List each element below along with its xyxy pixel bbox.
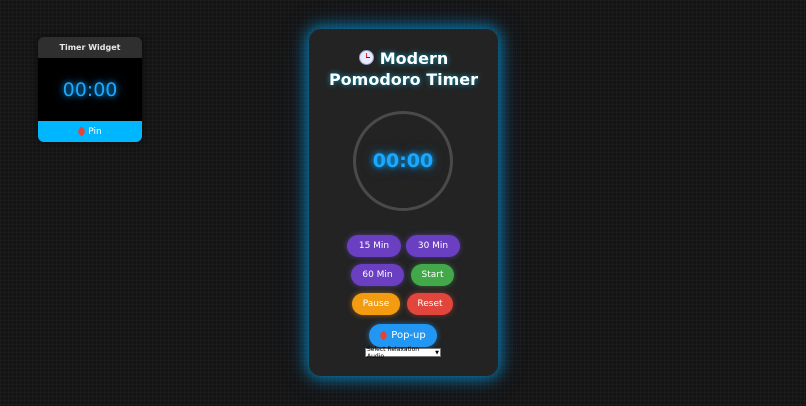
reset-button[interactable]: Reset [407,293,453,315]
audio-select-value: Select Relaxation Audio [367,345,420,360]
pushpin-icon [76,126,87,137]
60-min-button[interactable]: 60 Min [351,264,404,286]
chevron-down-icon: ▼ [435,349,439,356]
pomodoro-card: Modern Pomodoro Timer 00:00 15 Min 30 Mi… [309,29,498,376]
pin-button[interactable]: Pin [38,121,142,142]
alarm-clock-icon [358,50,374,65]
timer-display: 00:00 [372,150,434,172]
pause-button[interactable]: Pause [352,293,400,315]
title-line-2: Pomodoro Timer [328,70,479,89]
timer-ring: 00:00 [353,111,453,211]
page-title: Modern Pomodoro Timer [309,48,498,90]
pin-button-label: Pin [88,126,102,137]
widget-title: Timer Widget [38,37,142,58]
15-min-button[interactable]: 15 Min [347,235,401,257]
timer-widget: Timer Widget 00:00 Pin [38,37,142,142]
widget-time-display: 00:00 [62,78,118,101]
relaxation-audio-select[interactable]: Select Relaxation Audio ▼ [365,345,441,360]
popup-button[interactable]: Pop-up [369,324,437,347]
popup-button-label: Pop-up [391,330,426,341]
pushpin-icon [378,330,389,341]
title-line-1: Modern [379,49,449,68]
30-min-button[interactable]: 30 Min [406,235,460,257]
start-button[interactable]: Start [411,264,454,286]
